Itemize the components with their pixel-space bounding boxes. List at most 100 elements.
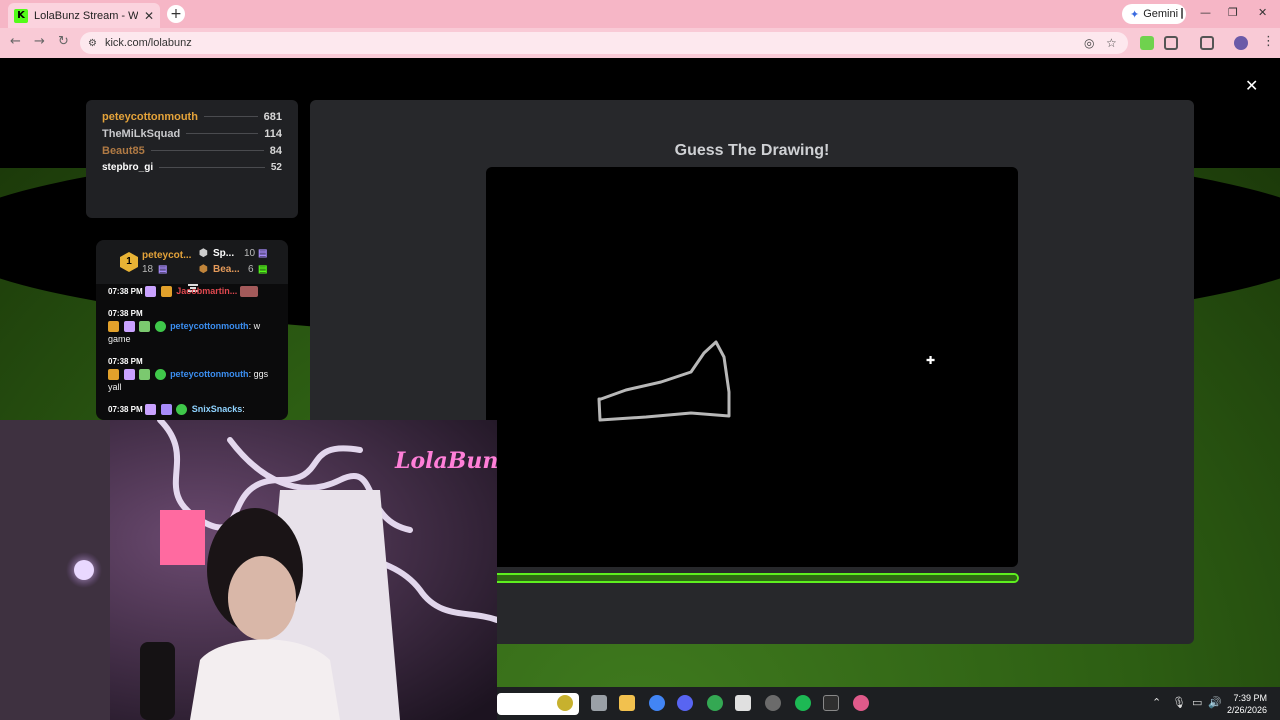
leaderboard-row: TheMiLkSquad 114 xyxy=(102,125,282,142)
reload-icon[interactable]: ↻ xyxy=(58,34,69,49)
gift-icon: ▤ xyxy=(158,264,168,275)
leaderboard-row: stepbro_gi 52 xyxy=(102,159,282,176)
tray-chevron-icon[interactable]: ⌃ xyxy=(1152,696,1161,709)
browser-tab[interactable]: K LolaBunz Stream - Watch Live o ✕ xyxy=(8,3,160,28)
profile-avatar[interactable] xyxy=(1234,36,1248,50)
leaderboard-row: Beaut85 84 xyxy=(102,142,282,159)
badge-icon xyxy=(160,286,172,298)
verified-badge-icon xyxy=(154,321,166,333)
third-gifter-name[interactable]: Bea... xyxy=(213,264,240,275)
third-gifter-count: 6 xyxy=(248,264,254,275)
taskbar-clock[interactable]: 7:39 PM 2/26/2026 xyxy=(1227,692,1267,716)
chrome-icon[interactable] xyxy=(649,695,665,711)
verified-badge-icon xyxy=(176,404,188,416)
chat-username[interactable]: peteycottonmouth xyxy=(170,321,249,331)
leaderboard-divider xyxy=(150,150,264,151)
leaderboard-score: 681 xyxy=(263,110,282,123)
extension-green-icon[interactable] xyxy=(1140,36,1154,50)
leaderboard-score: 114 xyxy=(264,127,282,140)
menu-dots-icon[interactable]: ⋮ xyxy=(1262,34,1275,49)
chrome-profile-icon[interactable] xyxy=(707,695,723,711)
task-view-icon[interactable] xyxy=(591,695,607,711)
search-highlight-icon xyxy=(557,695,573,711)
chat-text: : xyxy=(242,404,245,414)
rank-one-badge: 1 xyxy=(120,252,138,272)
address-bar[interactable]: ⚙ kick.com/lolabunz ◎ ☆ xyxy=(80,32,1128,54)
gift-badge-icon xyxy=(139,321,151,333)
timer-fill xyxy=(488,575,1017,581)
bronze-rank-icon: ⬢ xyxy=(199,264,208,275)
cursor-crosshair-icon: ✚ xyxy=(926,354,936,367)
gift-icon: ▤ xyxy=(258,248,268,259)
extensions-puzzle-icon[interactable] xyxy=(1164,36,1178,50)
forward-icon[interactable]: → xyxy=(34,34,45,49)
leaderboard-name: Beaut85 xyxy=(102,144,145,157)
badge-icon xyxy=(145,286,157,298)
leaderboard-score: 84 xyxy=(269,144,282,157)
site-info-icon[interactable]: ⚙ xyxy=(88,38,97,49)
leaderboard-name: TheMiLkSquad xyxy=(102,127,181,140)
app-icon[interactable] xyxy=(735,695,751,711)
chat-time: 07:38 PM xyxy=(108,405,143,414)
verified-badge-icon xyxy=(154,369,166,381)
leaderboard-panel: peteycottonmouth 681 TheMiLkSquad 114 Be… xyxy=(86,100,298,218)
tab-title: LolaBunz Stream - Watch Live o xyxy=(34,9,138,22)
chat-message: 07:38 PM Jacobmartin... xyxy=(108,285,284,298)
file-explorer-icon[interactable] xyxy=(619,695,635,711)
second-gifter-count: 10 xyxy=(244,248,256,259)
sub-badge-icon xyxy=(123,321,135,333)
tab-close-icon[interactable]: ✕ xyxy=(144,9,154,23)
chat-message: 07:38 PM peteycottonmouth: ggs yall xyxy=(108,355,284,394)
xbox-icon[interactable] xyxy=(823,695,839,711)
mic-icon[interactable]: 🎙 xyxy=(1172,696,1186,709)
chat-messages: 07:38 PM Jacobmartin... 07:38 PM peteyco… xyxy=(108,286,284,420)
chat-time: 07:38 PM xyxy=(108,309,143,318)
leaderboard-row: peteycottonmouth 681 xyxy=(102,108,282,125)
obs-icon[interactable] xyxy=(765,695,781,711)
new-tab-button[interactable]: + xyxy=(167,5,185,23)
webcam-feed: LolaBunz xyxy=(0,420,497,720)
overlay-close-icon[interactable]: ✕ xyxy=(1245,76,1258,95)
leaderboard-name: stepbro_gi xyxy=(102,162,154,173)
back-icon[interactable]: ← xyxy=(10,34,21,49)
tab-divider: | xyxy=(1180,6,1185,19)
taskbar: ⌃ 🎙 ▭ 🔊 7:39 PM 2/26/2026 xyxy=(497,687,1280,720)
second-gifter-name[interactable]: Sp... xyxy=(213,248,234,259)
microphone xyxy=(140,642,175,720)
chat-username[interactable]: peteycottonmouth xyxy=(170,369,249,379)
chat-message: 07:38 PM SnixSnacks: xyxy=(108,403,284,416)
minimize-icon[interactable]: — xyxy=(1200,6,1211,19)
sidepanel-icon[interactable] xyxy=(1200,36,1214,50)
chat-username[interactable]: SnixSnacks xyxy=(192,404,243,414)
pin-app-icon[interactable] xyxy=(853,695,869,711)
maximize-icon[interactable]: ❐ xyxy=(1228,6,1238,19)
drawing-canvas[interactable]: ✚ xyxy=(486,167,1018,567)
sub-badge-icon xyxy=(123,369,135,381)
bunny-poster xyxy=(160,510,205,565)
browser-toolbar: ← → ↻ ⚙ kick.com/lolabunz ◎ ☆ ⋮ xyxy=(0,28,1280,58)
eye-off-icon[interactable]: ◎ xyxy=(1084,36,1094,50)
leaderboard-score: 52 xyxy=(270,162,282,173)
display-icon[interactable]: ▭ xyxy=(1192,696,1202,709)
game-title: Guess The Drawing! xyxy=(674,142,830,159)
top-gifter-name[interactable]: peteycot... xyxy=(142,250,191,261)
spotify-icon[interactable] xyxy=(795,695,811,711)
leaderboard-divider xyxy=(186,133,259,134)
top-gifters-header: 1 peteycot... 18 ▤ ⬢ Sp... 10 ▤ ⬢ Bea...… xyxy=(96,240,288,284)
gemini-sparkle-icon: ✦ xyxy=(1130,7,1140,21)
silver-rank-icon: ⬢ xyxy=(199,248,208,259)
gift-icon: ▤ xyxy=(258,264,268,275)
discord-icon[interactable] xyxy=(677,695,693,711)
leaderboard-name: peteycottonmouth xyxy=(102,110,198,123)
volume-icon[interactable]: 🔊 xyxy=(1208,696,1222,709)
chat-username[interactable]: Jacobmartin... xyxy=(176,286,237,296)
kick-favicon-icon: K xyxy=(14,8,28,23)
leaderboard-divider xyxy=(203,116,258,117)
bookmark-star-icon[interactable]: ☆ xyxy=(1106,36,1117,50)
window-close-icon[interactable]: ✕ xyxy=(1258,6,1267,19)
browser-tabbar: K LolaBunz Stream - Watch Live o ✕ + ✦ G… xyxy=(0,0,1280,28)
url-text[interactable]: kick.com/lolabunz xyxy=(105,37,192,49)
gift-badge-icon xyxy=(139,369,151,381)
gift-badge-icon xyxy=(160,404,172,416)
gemini-button[interactable]: ✦ Gemini xyxy=(1122,4,1187,24)
